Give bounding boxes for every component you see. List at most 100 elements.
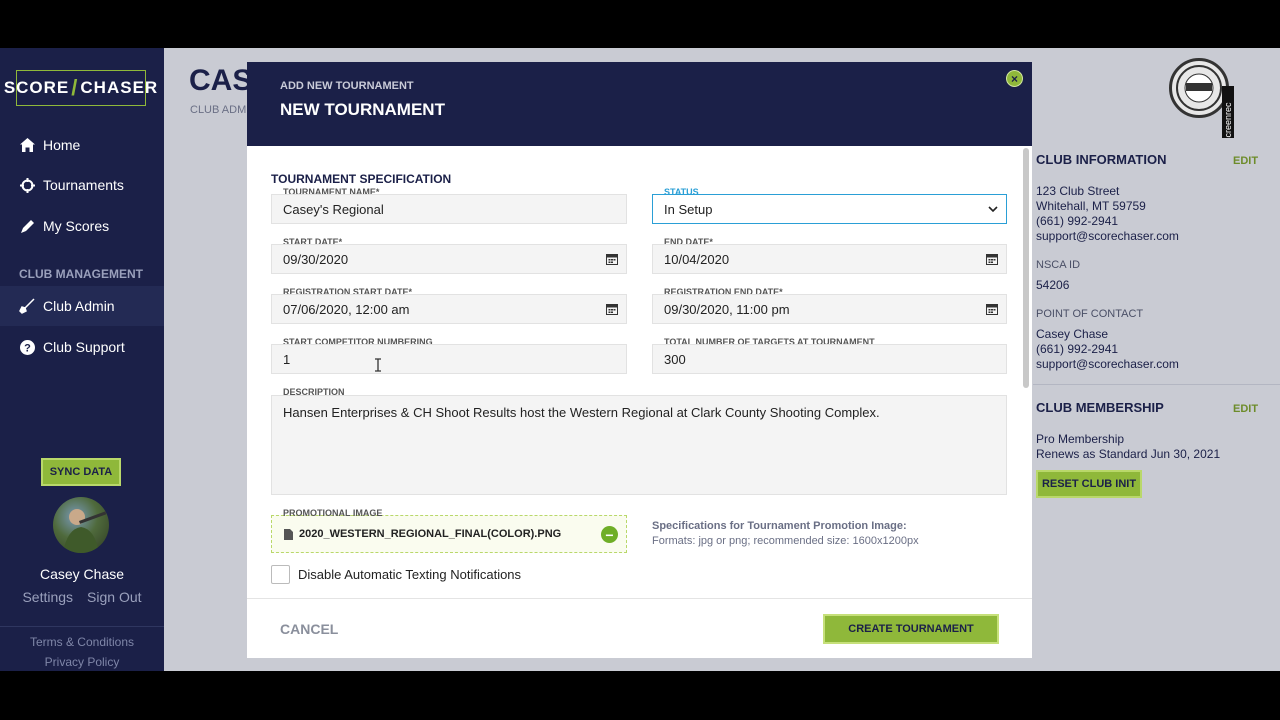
calendar-icon[interactable]: [986, 253, 998, 265]
poc-phone: (661) 992-2941: [1036, 342, 1119, 356]
settings-link[interactable]: Settings: [22, 589, 73, 605]
sidebar-divider: [0, 626, 164, 627]
description-textarea[interactable]: Hansen Enterprises & CH Shoot Results ho…: [271, 395, 1007, 495]
club-info-heading: CLUB INFORMATION: [1036, 152, 1167, 167]
poc-email: support@scorechaser.com: [1036, 357, 1179, 371]
disable-texting-checkbox[interactable]: [271, 565, 290, 584]
poc-label: POINT OF CONTACT: [1036, 308, 1144, 320]
scorechaser-logo[interactable]: SCORE / CHASER: [4, 70, 157, 106]
sidebar-item-label: Club Support: [43, 339, 125, 355]
membership-type: Pro Membership: [1036, 432, 1125, 446]
status-value: In Setup: [664, 201, 713, 217]
modal-header: ADD NEW TOURNAMENT NEW TOURNAMENT ×: [247, 62, 1032, 146]
promo-spec: Specifications for Tournament Promotion …: [652, 519, 919, 549]
letterbox-bottom: [0, 671, 1280, 720]
logo-text-left: SCORE: [3, 78, 70, 97]
calendar-icon[interactable]: [986, 303, 998, 315]
svg-text:?: ?: [24, 342, 31, 354]
poc-name: Casey Chase: [1036, 327, 1109, 341]
sidebar-item-home[interactable]: Home: [0, 125, 164, 165]
file-icon: [284, 528, 293, 540]
registration-start-value: 07/06/2020, 12:00 am: [283, 301, 410, 317]
modal-title: NEW TOURNAMENT: [280, 100, 445, 119]
panel-divider: [1033, 384, 1280, 385]
logo-slash: /: [71, 75, 79, 100]
status-select[interactable]: In Setup: [652, 194, 1007, 224]
nsca-value: 54206: [1036, 278, 1070, 292]
description-label: DESCRIPTION: [283, 387, 345, 397]
address-line-1: 123 Club Street: [1036, 184, 1120, 198]
create-tournament-button[interactable]: CREATE TOURNAMENT: [823, 614, 999, 644]
reset-club-init-button[interactable]: RESET CLUB INIT: [1036, 470, 1142, 498]
membership-renewal: Renews as Standard Jun 30, 2021: [1036, 447, 1221, 461]
logo-text-right: CHASER: [80, 78, 159, 97]
privacy-link[interactable]: Privacy Policy: [0, 652, 164, 671]
club-address: 123 Club Street Whitehall, MT 59759 (661…: [1036, 184, 1179, 244]
crosshair-icon: [19, 177, 35, 193]
sidebar-item-label: Tournaments: [43, 177, 124, 193]
modal-scrollbar[interactable]: [1023, 148, 1029, 388]
status-label: STATUS: [664, 187, 699, 197]
registration-end-input[interactable]: 09/30/2020, 11:00 pm: [652, 294, 1007, 324]
start-date-input[interactable]: 09/30/2020: [271, 244, 627, 274]
club-phone: (661) 992-2941: [1036, 214, 1119, 228]
sidebar-item-label: My Scores: [43, 218, 110, 234]
calendar-icon[interactable]: [606, 253, 618, 265]
sidebar-item-tournaments[interactable]: Tournaments: [0, 165, 164, 205]
promo-filename: 2020_WESTERN_REGIONAL_FINAL(COLOR).PNG: [299, 528, 562, 540]
sync-data-button[interactable]: SYNC DATA: [41, 458, 121, 486]
help-icon: ?: [19, 339, 35, 355]
registration-end-value: 09/30/2020, 11:00 pm: [664, 301, 790, 317]
chevron-down-icon: [988, 206, 998, 213]
promo-spec-title: Specifications for Tournament Promotion …: [652, 520, 907, 532]
promo-spec-detail: Formats: jpg or png; recommended size: 1…: [652, 535, 919, 547]
competitor-numbering-input[interactable]: 1: [271, 344, 627, 374]
section-title: TOURNAMENT SPECIFICATION: [271, 172, 452, 186]
remove-image-icon[interactable]: −: [601, 526, 618, 543]
avatar[interactable]: [53, 497, 109, 553]
start-date-value: 09/30/2020: [283, 251, 349, 267]
user-name: Casey Chase: [39, 566, 125, 582]
sidebar-item-label: Home: [43, 137, 81, 153]
modal-footer: CANCEL CREATE TOURNAMENT: [247, 598, 1032, 658]
club-info-edit-link[interactable]: EDIT: [1233, 155, 1258, 167]
promo-image-dropzone[interactable]: 2020_WESTERN_REGIONAL_FINAL(COLOR).PNG −: [271, 515, 627, 553]
disable-texting-label[interactable]: Disable Automatic Texting Notifications: [298, 567, 521, 582]
tournament-name-input[interactable]: Casey's Regional: [271, 194, 627, 224]
letterbox-top: [0, 0, 1280, 48]
club-email: support@scorechaser.com: [1036, 229, 1179, 243]
registration-start-input[interactable]: 07/06/2020, 12:00 am: [271, 294, 627, 324]
nsca-label: NSCA ID: [1036, 259, 1081, 271]
club-logo: [1169, 58, 1229, 118]
modal-body: TOURNAMENT SPECIFICATION TOURNAMENT NAME…: [247, 146, 1032, 598]
end-date-value: 10/04/2020: [664, 251, 730, 267]
sidebar-item-my-scores[interactable]: My Scores: [0, 206, 164, 246]
total-targets-input[interactable]: 300: [652, 344, 1007, 374]
terms-link[interactable]: Terms & Conditions: [0, 632, 164, 652]
membership-details: Pro Membership Renews as Standard Jun 30…: [1036, 432, 1220, 462]
close-icon[interactable]: ×: [1006, 70, 1023, 87]
sidebar-item-label: Club Admin: [43, 298, 115, 314]
sidebar: SCORE / CHASER Home Tournaments My Scores …: [0, 48, 164, 671]
modal-eyebrow: ADD NEW TOURNAMENT: [280, 80, 414, 92]
section-heading-club-management: CLUB MANAGEMENT: [19, 267, 143, 281]
shotgun-icon: [19, 298, 35, 314]
promo-image-label: PROMOTIONAL IMAGE: [283, 508, 383, 518]
pencil-icon: [19, 218, 35, 234]
sidebar-item-club-admin[interactable]: Club Admin: [0, 286, 164, 326]
membership-heading: CLUB MEMBERSHIP: [1036, 400, 1164, 415]
club-info-panel: CLUB INFORMATION EDIT 123 Club Street Wh…: [1033, 138, 1280, 671]
breadcrumb: CLUB ADMI: [190, 104, 250, 116]
address-line-2: Whitehall, MT 59759: [1036, 199, 1146, 213]
end-date-input[interactable]: 10/04/2020: [652, 244, 1007, 274]
user-links: Settings Sign Out: [0, 589, 164, 605]
membership-edit-link[interactable]: EDIT: [1233, 403, 1258, 415]
sidebar-footer: Terms & Conditions Privacy Policy: [0, 632, 164, 671]
cancel-button[interactable]: CANCEL: [280, 621, 338, 637]
sidebar-item-club-support[interactable]: ? Club Support: [0, 327, 164, 367]
text-cursor-icon: [375, 358, 381, 372]
poc-details: Casey Chase (661) 992-2941 support@score…: [1036, 327, 1179, 372]
sign-out-link[interactable]: Sign Out: [87, 589, 141, 605]
calendar-icon[interactable]: [606, 303, 618, 315]
home-icon: [19, 137, 35, 153]
